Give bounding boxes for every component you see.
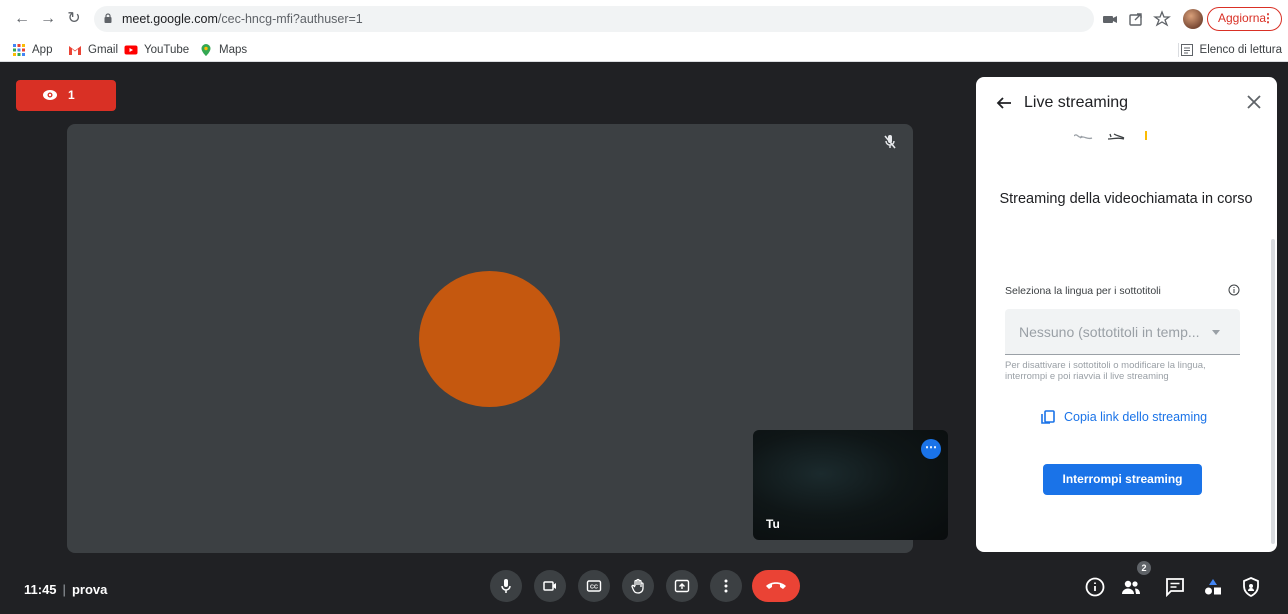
browser-toolbar: ← → ↻ meet.google.com/cec-hncg-mfi?authu… bbox=[0, 0, 1288, 38]
update-button[interactable]: Aggiorna ⋮ bbox=[1207, 7, 1282, 31]
more-vert-icon bbox=[724, 579, 728, 593]
separator: | bbox=[62, 582, 66, 597]
chat-icon[interactable] bbox=[1164, 576, 1186, 598]
url-path: /cec-hncg-mfi?authuser=1 bbox=[217, 12, 363, 26]
address-bar[interactable]: meet.google.com/cec-hncg-mfi?authuser=1 bbox=[94, 6, 1094, 32]
copy-icon bbox=[1041, 410, 1055, 424]
caption-language-select[interactable]: Nessuno (sottotitoli in temp... bbox=[1005, 309, 1240, 355]
url-text: meet.google.com/cec-hncg-mfi?authuser=1 bbox=[122, 12, 363, 26]
reading-list[interactable]: Elenco di lettura bbox=[1180, 42, 1282, 58]
apps-grid-icon bbox=[13, 44, 25, 56]
camera-indicator-icon[interactable] bbox=[1100, 9, 1120, 29]
clock-time: 11:45 bbox=[24, 582, 57, 597]
captions-button[interactable]: CC bbox=[578, 570, 610, 602]
maps-pin-icon bbox=[201, 44, 211, 56]
forward-arrow-icon[interactable]: → bbox=[38, 9, 58, 29]
menu-dots-icon: ⋮ bbox=[1262, 11, 1274, 25]
panel-scrollbar[interactable] bbox=[1271, 239, 1275, 544]
bookmark-gmail[interactable]: Gmail bbox=[68, 42, 118, 58]
hang-up-icon bbox=[766, 582, 786, 589]
lock-icon bbox=[104, 13, 112, 23]
reading-list-label: Elenco di lettura bbox=[1199, 44, 1282, 56]
bookmark-label: Gmail bbox=[88, 44, 119, 56]
stop-streaming-button[interactable]: Interrompi streaming bbox=[1043, 464, 1202, 495]
profile-avatar[interactable] bbox=[1183, 9, 1203, 29]
streaming-illustration bbox=[1074, 131, 1147, 140]
bookmark-apps[interactable]: App bbox=[12, 42, 52, 58]
bookmark-youtube[interactable]: YouTube bbox=[124, 42, 189, 58]
panel-title: Live streaming bbox=[1024, 94, 1129, 111]
bookmark-star-icon[interactable] bbox=[1152, 9, 1172, 29]
bookmark-label: YouTube bbox=[144, 44, 190, 56]
streaming-status-text: Streaming della videochiamata in corso bbox=[999, 191, 1253, 207]
self-view-tile[interactable]: ⋯ Tu bbox=[753, 430, 948, 540]
bookmark-label: App bbox=[32, 44, 53, 56]
participant-avatar bbox=[419, 271, 560, 407]
meeting-info: 11:45 | prova bbox=[24, 582, 107, 597]
back-arrow-icon[interactable]: ← bbox=[12, 9, 32, 29]
mic-button[interactable] bbox=[490, 570, 522, 602]
svg-text:CC: CC bbox=[590, 585, 598, 591]
eye-icon bbox=[43, 90, 57, 100]
info-icon[interactable] bbox=[1228, 284, 1240, 296]
leave-call-button[interactable] bbox=[752, 570, 800, 602]
share-icon[interactable] bbox=[1126, 9, 1146, 29]
caption-language-label: Seleziona la lingua per i sottotitoli bbox=[1005, 285, 1161, 297]
self-name-label: Tu bbox=[766, 517, 780, 531]
camera-icon bbox=[543, 581, 556, 591]
camera-button[interactable] bbox=[534, 570, 566, 602]
select-value: Nessuno (sottotitoli in temp... bbox=[1019, 324, 1200, 340]
more-options-icon[interactable]: ⋯ bbox=[921, 439, 941, 459]
present-screen-icon bbox=[674, 579, 690, 593]
meet-window: 1 ⋯ Tu Live streaming Streaming della vi… bbox=[0, 63, 1288, 614]
people-icon[interactable] bbox=[1120, 576, 1142, 598]
youtube-icon bbox=[124, 45, 138, 55]
mic-off-icon bbox=[884, 135, 896, 149]
present-button[interactable] bbox=[666, 570, 698, 602]
more-options-button[interactable] bbox=[710, 570, 742, 602]
gmail-icon bbox=[69, 46, 81, 55]
url-host: meet.google.com bbox=[122, 12, 218, 26]
closed-captions-icon: CC bbox=[586, 580, 602, 592]
viewers-count: 1 bbox=[68, 88, 75, 102]
close-icon[interactable] bbox=[1247, 95, 1261, 109]
update-label: Aggiorna bbox=[1218, 11, 1267, 25]
back-arrow-icon[interactable] bbox=[996, 95, 1012, 111]
bookmark-maps[interactable]: Maps bbox=[199, 42, 247, 58]
live-streaming-panel: Live streaming Streaming della videochia… bbox=[976, 77, 1277, 552]
bookmarks-bar: App Gmail YouTube Maps Elenco di lettura bbox=[0, 38, 1288, 62]
caption-helper-text: Per disattivare i sottotitoli o modifica… bbox=[1005, 360, 1206, 382]
meeting-details-icon[interactable] bbox=[1084, 576, 1106, 598]
copy-link-label: Copia link dello streaming bbox=[1064, 410, 1208, 424]
reading-list-icon bbox=[1180, 44, 1193, 56]
dropdown-caret-icon bbox=[1212, 330, 1220, 335]
hand-icon bbox=[631, 578, 644, 594]
reload-icon[interactable]: ↻ bbox=[64, 9, 84, 29]
mic-icon bbox=[501, 579, 511, 593]
raise-hand-button[interactable] bbox=[622, 570, 654, 602]
host-controls-icon[interactable] bbox=[1240, 576, 1262, 598]
live-viewers-badge[interactable]: 1 bbox=[16, 80, 116, 111]
activities-icon[interactable] bbox=[1202, 576, 1224, 598]
meeting-controls-bar: 11:45 | prova CC 2 bbox=[0, 561, 1288, 614]
copy-stream-link-button[interactable]: Copia link dello streaming bbox=[1040, 410, 1207, 424]
participants-count-badge: 2 bbox=[1137, 561, 1151, 575]
bookmark-label: Maps bbox=[219, 44, 248, 56]
meeting-name: prova bbox=[71, 582, 108, 597]
